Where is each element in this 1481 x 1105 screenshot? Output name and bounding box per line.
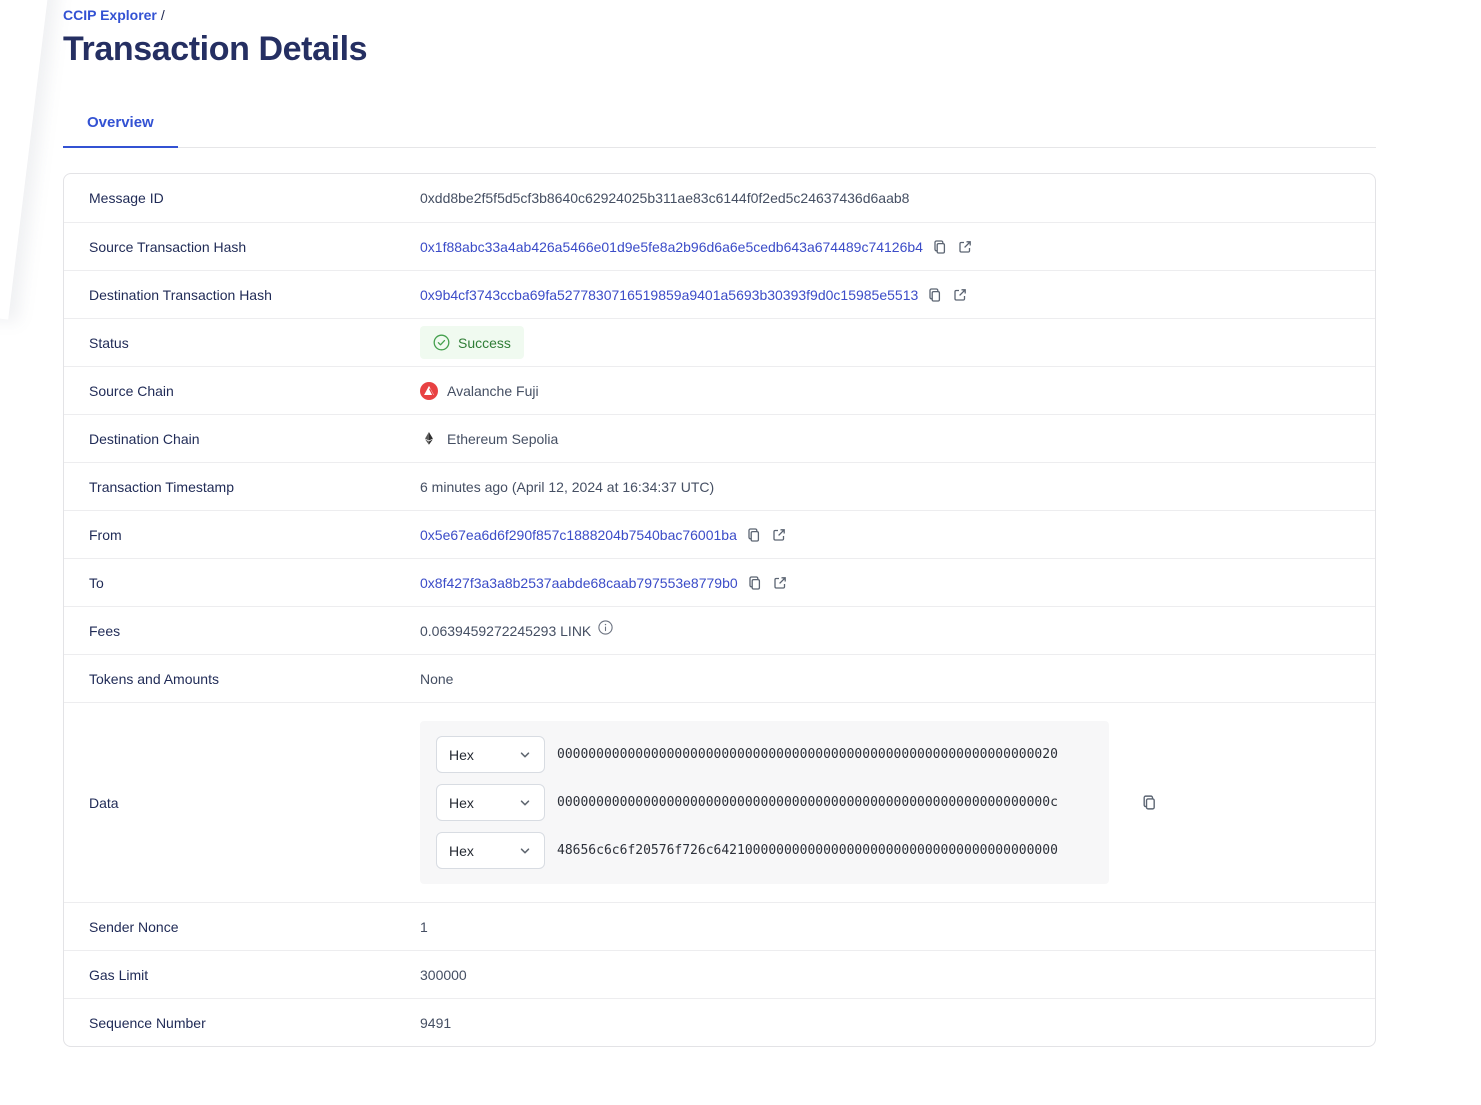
from-address-link[interactable]: 0x5e67ea6d6f290f857c1888204b7540bac76001… <box>420 527 737 543</box>
row-label: Source Transaction Hash <box>89 238 247 255</box>
row-label: Sequence Number <box>89 1014 206 1031</box>
table-row-sender-nonce: Sender Nonce 1 <box>64 902 1375 950</box>
hex-format-select[interactable]: Hex <box>436 832 545 869</box>
breadcrumb-link-ccip-explorer[interactable]: CCIP Explorer <box>63 7 157 23</box>
info-icon[interactable] <box>598 619 613 635</box>
table-row-dest-tx-hash: Destination Transaction Hash 0x9b4cf3743… <box>64 270 1375 318</box>
chevron-down-icon <box>518 796 532 810</box>
transaction-details-table: Message ID 0xdd8be2f5f5d5cf3b8640c629240… <box>63 173 1376 1047</box>
table-row-message-id: Message ID 0xdd8be2f5f5d5cf3b8640c629240… <box>64 174 1375 222</box>
copy-icon[interactable] <box>746 527 762 543</box>
table-row-tokens: Tokens and Amounts None <box>64 654 1375 702</box>
row-label: Transaction Timestamp <box>89 478 234 495</box>
left-edge-sheen <box>0 0 55 320</box>
check-circle-icon <box>433 334 450 351</box>
to-address-link[interactable]: 0x8f427f3a3a8b2537aabde68caab797553e8779… <box>420 575 738 591</box>
avalanche-logo-icon <box>420 381 438 400</box>
copy-icon[interactable] <box>747 575 763 591</box>
tokens-value: None <box>420 670 454 687</box>
external-link-icon[interactable] <box>952 287 968 303</box>
hex-format-select[interactable]: Hex <box>436 784 545 821</box>
row-label: Destination Transaction Hash <box>89 286 272 303</box>
hex-format-select-label: Hex <box>449 746 474 763</box>
table-row-to: To 0x8f427f3a3a8b2537aabde68caab797553e8… <box>64 558 1375 606</box>
table-row-gas-limit: Gas Limit 300000 <box>64 950 1375 998</box>
external-link-icon[interactable] <box>771 527 787 543</box>
page-content: CCIP Explorer / Transaction Details Overv… <box>63 0 1376 1047</box>
chevron-down-icon <box>518 748 532 762</box>
ethereum-logo-icon <box>420 430 438 448</box>
chevron-down-icon <box>518 844 532 858</box>
external-link-icon[interactable] <box>957 239 973 255</box>
hex-data-value: 0000000000000000000000000000000000000000… <box>557 795 1058 810</box>
data-line: Hex 48656c6c6f20576f726c6421000000000000… <box>436 832 1109 869</box>
hex-format-select[interactable]: Hex <box>436 736 545 773</box>
table-row-source-tx-hash: Source Transaction Hash 0x1f88abc33a4ab4… <box>64 222 1375 270</box>
table-row-timestamp: Transaction Timestamp 6 minutes ago (Apr… <box>64 462 1375 510</box>
sequence-number-value: 9491 <box>420 1014 452 1031</box>
sender-nonce-value: 1 <box>420 918 428 935</box>
table-row-from: From 0x5e67ea6d6f290f857c1888204b7540bac… <box>64 510 1375 558</box>
status-badge-label: Success <box>458 334 511 351</box>
table-row-sequence-number: Sequence Number 9491 <box>64 998 1375 1046</box>
dest-tx-hash-link[interactable]: 0x9b4cf3743ccba69fa5277830716519859a9401… <box>420 287 918 303</box>
row-label: To <box>89 574 104 591</box>
data-hex-box: Hex 000000000000000000000000000000000000… <box>420 721 1109 884</box>
status-badge: Success <box>420 326 524 359</box>
hex-format-select-label: Hex <box>449 794 474 811</box>
copy-icon[interactable] <box>1141 794 1158 811</box>
hex-data-value: 48656c6c6f20576f726c64210000000000000000… <box>557 843 1058 858</box>
breadcrumb: CCIP Explorer / <box>63 7 1376 23</box>
row-label: Message ID <box>89 190 164 206</box>
data-line: Hex 000000000000000000000000000000000000… <box>436 784 1109 821</box>
breadcrumb-separator: / <box>160 7 165 23</box>
copy-icon[interactable] <box>932 239 948 255</box>
tab-bar: Overview <box>63 114 1376 148</box>
source-chain-name: Avalanche Fuji <box>447 382 539 399</box>
hex-format-select-label: Hex <box>449 842 474 859</box>
fees-value: 0.0639459272245293 LINK <box>420 622 592 639</box>
table-row-status: Status Success <box>64 318 1375 366</box>
external-link-icon[interactable] <box>772 575 788 591</box>
dest-chain-name: Ethereum Sepolia <box>447 430 559 447</box>
table-row-fees: Fees 0.0639459272245293 LINK <box>64 606 1375 654</box>
row-label: Data <box>89 794 119 811</box>
row-label: Sender Nonce <box>89 918 179 935</box>
table-row-source-chain: Source Chain Avalanche Fuji <box>64 366 1375 414</box>
data-line: Hex 000000000000000000000000000000000000… <box>436 736 1109 773</box>
table-row-dest-chain: Destination Chain Ethereum Sepolia <box>64 414 1375 462</box>
row-label: Source Chain <box>89 382 174 399</box>
row-label: Destination Chain <box>89 430 200 447</box>
timestamp-value: 6 minutes ago (April 12, 2024 at 16:34:3… <box>420 478 715 495</box>
hex-data-value: 0000000000000000000000000000000000000000… <box>557 747 1058 762</box>
message-id-value: 0xdd8be2f5f5d5cf3b8640c62924025b311ae83c… <box>420 190 910 206</box>
copy-icon[interactable] <box>927 287 943 303</box>
page-title: Transaction Details <box>63 30 368 68</box>
row-label: Tokens and Amounts <box>89 670 219 687</box>
row-label: Gas Limit <box>89 966 149 983</box>
tab-overview[interactable]: Overview <box>63 114 178 148</box>
gas-limit-value: 300000 <box>420 966 467 983</box>
row-label: Fees <box>89 622 121 639</box>
row-label: Status <box>89 334 129 351</box>
source-tx-hash-link[interactable]: 0x1f88abc33a4ab426a5466e01d9e5fe8a2b96d6… <box>420 239 923 255</box>
row-label: From <box>89 526 122 543</box>
table-row-data: Data Hex 0000000000000000000000000000000… <box>64 702 1375 902</box>
